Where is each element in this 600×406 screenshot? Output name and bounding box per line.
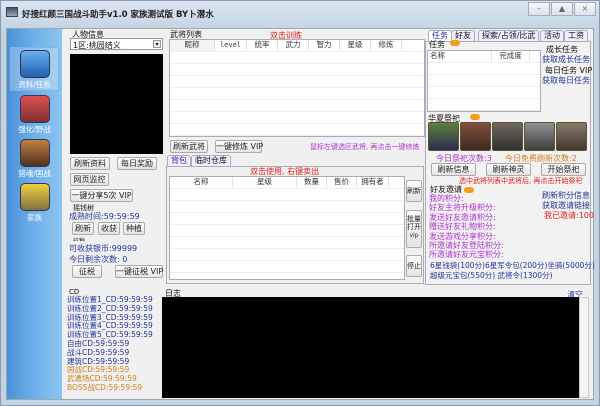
tab-explore[interactable]: 探索/占领/比武: [478, 30, 540, 41]
bag-refresh-button[interactable]: 刷新: [406, 180, 422, 202]
invite-points-list: 我的积分: 好友主将升级积分: 发送好友邀请积分: 赠送好友礼物积分: 发送游戏…: [429, 194, 504, 260]
battle-icon: [19, 139, 50, 167]
sidebar-item-label: 强化/野战: [18, 125, 51, 134]
god-portrait[interactable]: [524, 122, 555, 151]
sidebar-item-label: 家族: [27, 213, 42, 222]
server-select[interactable]: 1区:桃园结义 ▾: [70, 38, 163, 50]
plant-button[interactable]: 种植: [123, 222, 145, 235]
my-points: 我的积分:: [429, 194, 464, 203]
tab-activity[interactable]: 活动: [540, 30, 564, 41]
cd-item: BOSS战CD:59:59:59: [67, 382, 143, 392]
cd-list: 训练位置1_CD:59:59:59 训练位置2_CD:59:59:59 训练位置…: [67, 295, 153, 393]
god-portrait[interactable]: [556, 122, 587, 151]
window-title: 好搜红颜三国战斗助手v1.0 家族测试版 BY卜潜水: [22, 10, 214, 20]
column-header[interactable]: level: [215, 40, 247, 50]
points-line: 发送游戏分享积分:: [429, 231, 496, 241]
batch-open-label: 批量打开: [407, 215, 421, 231]
start-sacrifice-button[interactable]: 开始祭祀: [541, 163, 586, 176]
sidebar-item-enhance[interactable]: 强化/野战: [10, 93, 59, 137]
task-table[interactable]: 名称 完成度: [427, 50, 541, 112]
column-header[interactable]: 拥有者: [357, 177, 389, 187]
sidebar: 资料/任务 强化/野战 猎魂/国战 家族: [7, 29, 62, 399]
god-portraits: [428, 122, 588, 152]
one-key-tax-button[interactable]: 一键征税 VIP: [115, 265, 163, 278]
harvest-button[interactable]: 收获: [98, 222, 120, 235]
silver-available: 可收获银币:99999: [69, 244, 138, 253]
bag-table[interactable]: 名称 星级 数量 售价 拥有者: [169, 176, 405, 280]
daily-reward-button[interactable]: 每日奖励: [117, 157, 157, 170]
god-portrait[interactable]: [492, 122, 523, 151]
generals-table[interactable]: 昵称 level 统率 武力 智力 星级 修炼: [169, 39, 425, 137]
column-header[interactable]: 昵称: [170, 40, 215, 51]
get-daily-task-link[interactable]: 获取每日任务: [542, 75, 590, 86]
close-button[interactable]: ×: [574, 2, 596, 16]
sidebar-item-label: 资料/任务: [18, 80, 51, 89]
sacrifice-tip: 选中武将列表中武将后, 再点击开始祭祀: [459, 177, 583, 185]
tax-button[interactable]: 征税: [72, 265, 102, 278]
chevron-down-icon[interactable]: ▾: [153, 40, 161, 48]
log-scrollbar[interactable]: [579, 297, 589, 398]
task-title: 任务: [429, 40, 445, 49]
mature-time: 成熟时间:59:59:59: [69, 212, 140, 221]
avatar-display: [70, 54, 163, 154]
refresh-god-button[interactable]: 刷新神灵: [486, 163, 531, 176]
vip-badge-icon: [470, 114, 480, 120]
column-header[interactable]: 售价: [327, 177, 357, 187]
tab-salary[interactable]: 工资: [564, 30, 588, 41]
refresh-generals-button[interactable]: 刷新武将: [170, 140, 208, 153]
maximize-button[interactable]: ▲: [551, 2, 573, 16]
stop-button[interactable]: 停止: [406, 255, 422, 277]
sidebar-item-label: 猎魂/国战: [18, 169, 51, 178]
god-portrait[interactable]: [460, 122, 491, 151]
column-header[interactable]: 数量: [297, 177, 327, 187]
web-monitor-button[interactable]: 网页监控: [70, 173, 109, 186]
one-key-train-button[interactable]: 一键修炼 VIP: [215, 140, 263, 153]
refresh-profile-button[interactable]: 刷新资料: [70, 157, 110, 170]
column-header[interactable]: 统率: [247, 40, 278, 50]
sidebar-item-soul-war[interactable]: 猎魂/国战: [10, 137, 59, 181]
tree-refresh-button[interactable]: 刷新: [72, 222, 94, 235]
refresh-info-button[interactable]: 刷新信息: [431, 163, 476, 176]
points-line: 好友主将升级积分:: [429, 203, 496, 213]
sidebar-item-profile-tasks[interactable]: 资料/任务: [10, 47, 59, 91]
tax-title: 征税: [73, 236, 85, 241]
vip-badge-icon: [464, 187, 474, 193]
share-5-times-button[interactable]: 一键分享5次 VIP: [70, 189, 133, 202]
column-header[interactable]: 名称: [170, 177, 233, 187]
invited-count: 我已邀请:100: [544, 211, 594, 220]
column-header[interactable]: 武力: [278, 40, 309, 50]
sidebar-item-family[interactable]: 家族: [10, 181, 59, 225]
column-header[interactable]: 智力: [309, 40, 340, 50]
points-line: 发送好友邀请积分:: [429, 212, 496, 222]
get-growth-task-link[interactable]: 获取成长任务: [542, 54, 590, 65]
family-icon: [19, 183, 50, 211]
vip-badge-icon: [450, 40, 460, 46]
column-header[interactable]: 星级: [340, 40, 371, 50]
rewards-line-2: 超级元宝包(550分) 武将令(1300分): [430, 271, 553, 280]
tab-temp-storage[interactable]: 临时仓库: [191, 155, 231, 166]
column-header[interactable]: 名称: [428, 51, 492, 61]
column-header[interactable]: 星级: [233, 177, 297, 187]
remaining-count: 今日剩余次数: 0: [69, 255, 128, 264]
heroes-icon: [19, 95, 50, 123]
vip-label: vip: [409, 232, 419, 239]
column-header[interactable]: 完成度: [492, 51, 530, 61]
points-line: 所邀请好友元宝积分:: [429, 250, 504, 260]
batch-open-button[interactable]: 批量打开 vip: [406, 210, 422, 248]
points-line: 赠送好友礼物积分:: [429, 222, 496, 232]
column-header[interactable]: 修炼: [371, 40, 402, 50]
tab-bag[interactable]: 背包: [167, 155, 191, 166]
god-portrait[interactable]: [428, 122, 459, 151]
train-tip: 鼠标左键选区武将, 再点击一键修炼: [310, 143, 420, 151]
home-icon: [19, 50, 50, 78]
minimize-button[interactable]: –: [528, 2, 550, 16]
log-output[interactable]: [162, 297, 579, 398]
server-select-value: 1区:桃园结义: [73, 41, 121, 50]
app-icon: [6, 7, 18, 17]
